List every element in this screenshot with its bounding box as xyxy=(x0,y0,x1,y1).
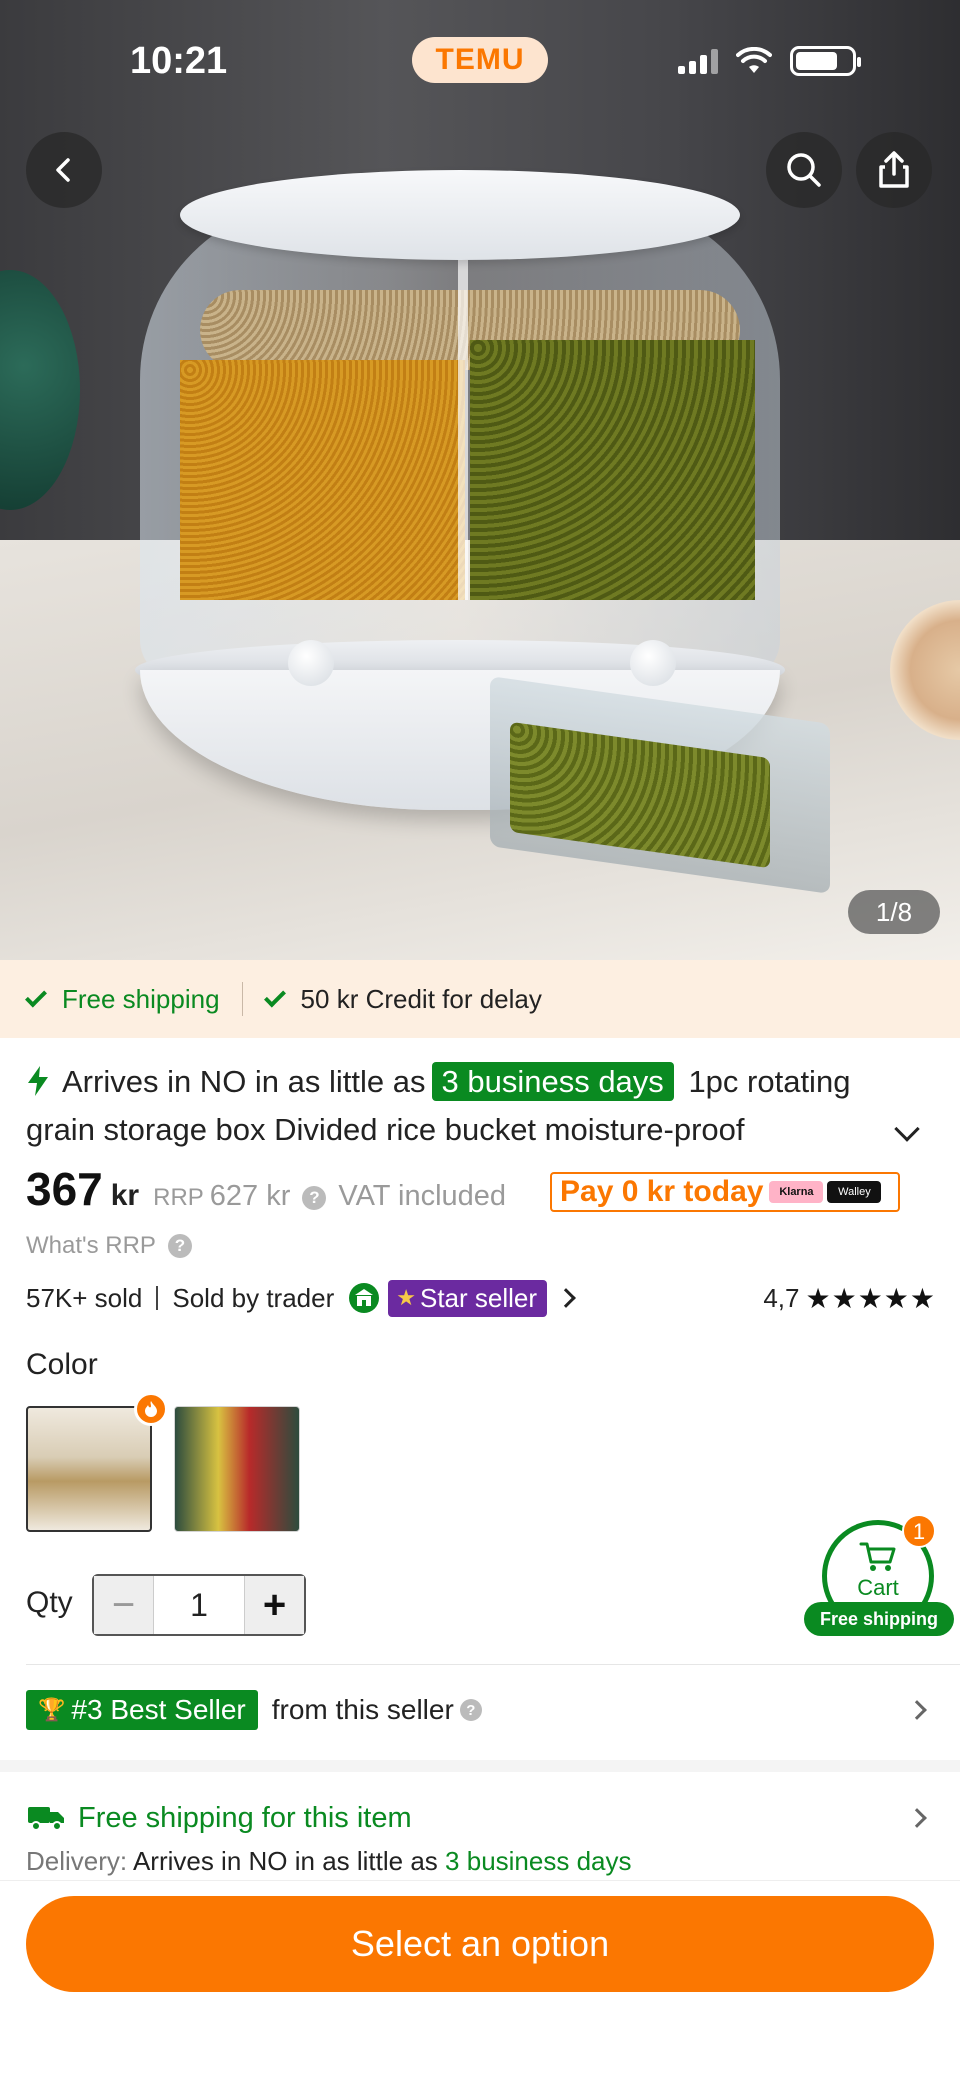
divider xyxy=(241,982,243,1016)
help-icon[interactable]: ? xyxy=(302,1186,327,1210)
star-seller-label: Star seller xyxy=(419,1282,538,1313)
price-amount: 367 xyxy=(26,1163,103,1215)
sold-count: 57K+ sold xyxy=(26,1282,143,1313)
check-icon xyxy=(25,985,47,1007)
whats-rrp-label: What's RRP xyxy=(26,1232,156,1259)
best-seller-text: from this seller xyxy=(271,1694,454,1725)
divider xyxy=(26,1664,960,1665)
arrival-prefix: Arrives in NO in as little as xyxy=(62,1064,426,1099)
delivery-days: 3 business days xyxy=(445,1846,632,1876)
rating-value: 4,7 xyxy=(763,1282,800,1313)
best-seller-row[interactable]: 🏆 #3 Best Seller from this seller ? xyxy=(26,1688,936,1732)
help-icon: ? xyxy=(167,1234,192,1258)
status-time: 10:21 xyxy=(130,40,228,82)
credit-label: 50 kr Credit for delay xyxy=(300,983,542,1014)
status-icons xyxy=(678,46,861,76)
shipping-strip[interactable]: Free shipping 50 kr Credit for delay xyxy=(0,960,960,1038)
pay-later-box[interactable]: Pay 0 kr today Klarna Walley xyxy=(550,1172,900,1212)
help-icon: ? xyxy=(459,1699,482,1721)
pay-today-label: Pay 0 kr today xyxy=(560,1175,764,1208)
delivery-text: Arrives in NO in as little as xyxy=(132,1846,438,1876)
trophy-icon: 🏆 xyxy=(38,1697,66,1722)
whats-rrp-link[interactable]: What's RRP ? xyxy=(26,1232,192,1260)
grain-dispenser-photo xyxy=(135,140,830,894)
select-option-button[interactable]: Select an option xyxy=(26,1896,934,1992)
flame-icon xyxy=(134,1392,168,1426)
cart-free-shipping-badge: Free shipping xyxy=(804,1602,954,1636)
rrp-label: RRP xyxy=(153,1184,204,1211)
cart-count-badge: 1 xyxy=(902,1514,936,1548)
decrease-button[interactable]: − xyxy=(94,1576,154,1634)
star-icon: ★ xyxy=(396,1285,416,1310)
signal-icon xyxy=(678,48,718,74)
share-button[interactable] xyxy=(856,132,932,208)
battery-icon xyxy=(790,46,861,76)
temu-logo: TEMU xyxy=(412,37,548,83)
color-option-dark-green[interactable] xyxy=(174,1406,300,1532)
chevron-right-icon xyxy=(907,1808,927,1828)
cart-label: Cart xyxy=(857,1575,899,1600)
image-counter: 1/8 xyxy=(848,890,940,934)
sold-by-label: Sold by trader xyxy=(172,1282,335,1313)
increase-button[interactable]: + xyxy=(244,1576,304,1634)
rrp-value: 627 kr xyxy=(209,1180,291,1212)
price-currency: kr xyxy=(110,1179,140,1212)
store-icon xyxy=(349,1283,380,1313)
divider xyxy=(156,1286,159,1310)
back-button[interactable] xyxy=(26,132,102,208)
free-shipping-title: Free shipping for this item xyxy=(78,1801,412,1834)
expand-title-icon[interactable] xyxy=(894,1116,920,1142)
check-icon xyxy=(263,985,286,1007)
days-badge: 3 business days xyxy=(431,1062,674,1101)
qty-label: Qty xyxy=(26,1586,73,1619)
search-icon xyxy=(787,153,821,187)
free-shipping-row[interactable]: Free shipping for this item xyxy=(26,1798,936,1838)
star-seller-badge: ★ Star seller xyxy=(388,1279,548,1317)
chevron-right-icon xyxy=(907,1700,927,1720)
search-button[interactable] xyxy=(766,132,842,208)
quantity-stepper: − 1 + xyxy=(92,1574,306,1636)
rating-stars: ★★★★★ xyxy=(805,1282,936,1314)
wifi-icon xyxy=(736,47,772,73)
color-label: Color xyxy=(26,1348,98,1381)
seller-row[interactable]: 57K+ sold Sold by trader ★ Star seller 4… xyxy=(26,1278,936,1318)
delivery-info: Delivery: Arrives in NO in as little as … xyxy=(26,1846,632,1877)
chevron-right-icon xyxy=(556,1288,576,1308)
klarna-logo: Klarna xyxy=(769,1181,824,1203)
color-option-white-beige[interactable] xyxy=(26,1406,152,1532)
best-seller-label: #3 Best Seller xyxy=(71,1694,246,1725)
delivery-label: Delivery: xyxy=(26,1846,128,1876)
best-seller-badge: 🏆 #3 Best Seller xyxy=(26,1690,258,1730)
rating[interactable]: 4,7 ★★★★★ xyxy=(763,1282,936,1315)
quantity-value[interactable]: 1 xyxy=(154,1576,244,1634)
free-shipping-label: Free shipping xyxy=(62,983,220,1014)
product-title[interactable]: Arrives in NO in as little as 3 business … xyxy=(26,1058,896,1154)
vat-label: VAT included xyxy=(338,1180,507,1212)
walley-logo: Walley xyxy=(827,1181,882,1203)
section-gap xyxy=(0,1760,960,1772)
truck-icon xyxy=(28,1807,64,1831)
lightning-icon xyxy=(28,1066,48,1096)
price-row: 367 kr RRP 627 kr ? VAT included xyxy=(26,1162,506,1216)
share-icon xyxy=(879,151,909,188)
chevron-left-icon xyxy=(56,158,70,182)
cart-icon xyxy=(859,1542,896,1571)
